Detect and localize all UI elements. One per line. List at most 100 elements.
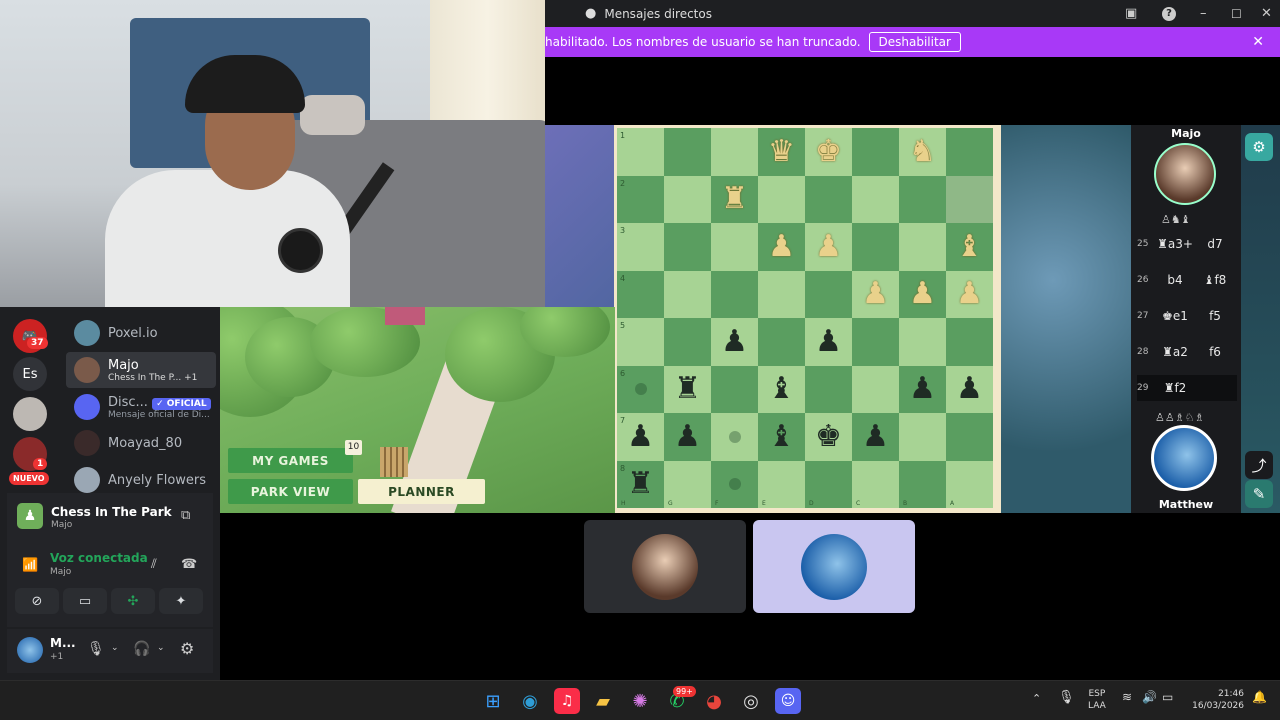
board-square[interactable]	[946, 175, 993, 223]
camera-off-icon[interactable]: ⊘	[15, 588, 59, 614]
bottom-player-avatar[interactable]	[1151, 425, 1217, 491]
black-piece[interactable]: ♟	[862, 421, 889, 452]
board-square[interactable]: ♟	[711, 318, 758, 366]
dm-item-moayad[interactable]: Moayad_80	[66, 425, 216, 461]
discord-taskbar-icon[interactable]: ☺	[775, 688, 801, 714]
white-piece[interactable]: ♜	[721, 184, 748, 214]
soundboard-icon[interactable]: ✦	[159, 588, 203, 614]
dm-item-majo[interactable]: Majo Chess In The P... +1	[66, 352, 216, 388]
user-avatar[interactable]	[17, 637, 43, 663]
board-square[interactable]	[805, 175, 852, 223]
board-square[interactable]	[664, 128, 711, 176]
wifi-icon[interactable]: ≋	[1122, 690, 1132, 704]
board-square[interactable]	[899, 413, 946, 461]
board-square[interactable]	[852, 175, 899, 223]
microphone-icon[interactable]: 🎙	[87, 641, 105, 657]
board-square[interactable]: C	[852, 460, 899, 508]
board-square[interactable]: ♟	[664, 413, 711, 461]
chess-board[interactable]: 1 ♛ ♚ ♞ 2 ♜ 3 ♟ ♟ ♝ 4 ♟ ♟ ♟ 5 ♟ ♟ 6 ♜ ♝ ♟ ♟ 7 ♟ ♟ ♝ ♚ ♟ 8 H ♜ G F E D C B A	[614, 125, 1001, 513]
tray-chevron-icon[interactable]: ⌃	[1032, 692, 1041, 705]
windows-start-icon[interactable]: ⊞	[480, 688, 506, 714]
board-square[interactable]: E	[758, 460, 805, 508]
board-square[interactable]	[664, 175, 711, 223]
board-square[interactable]	[758, 175, 805, 223]
activities-icon[interactable]: ✣	[111, 588, 155, 614]
board-square[interactable]: ♜	[664, 365, 711, 413]
file-explorer-icon[interactable]: ▰	[590, 688, 616, 714]
board-square[interactable]: 6	[617, 365, 664, 413]
black-piece[interactable]: ♜	[627, 469, 654, 499]
board-square[interactable]: B	[899, 460, 946, 508]
inbox-icon[interactable]: ▣	[1125, 6, 1137, 21]
board-square[interactable]	[852, 318, 899, 366]
black-piece[interactable]: ♜	[674, 374, 701, 404]
board-square[interactable]	[946, 318, 993, 366]
clock[interactable]: 21:46 16/03/2026	[1192, 688, 1244, 712]
move-row[interactable]: 27 ♚e1 f5	[1137, 303, 1237, 329]
share-icon[interactable]: ⤴	[1245, 451, 1273, 479]
board-square[interactable]	[758, 318, 805, 366]
board-square[interactable]: 1	[617, 128, 664, 176]
board-square[interactable]	[899, 223, 946, 271]
board-square[interactable]: ♛	[758, 128, 805, 176]
black-piece[interactable]: ♟	[956, 374, 983, 404]
disable-button[interactable]: Deshabilitar	[868, 32, 961, 52]
top-player-avatar[interactable]	[1154, 143, 1216, 205]
board-square[interactable]	[711, 128, 758, 176]
board-square[interactable]: ♝	[758, 413, 805, 461]
black-piece[interactable]: ♟	[627, 421, 654, 452]
user-settings-icon[interactable]: ⚙	[180, 639, 194, 658]
my-games-button[interactable]: MY GAMES	[228, 448, 353, 473]
chevron-down-icon[interactable]: ⌄	[157, 643, 165, 653]
chrome-icon[interactable]: ◕	[701, 688, 727, 714]
white-piece[interactable]: ♟	[956, 279, 983, 309]
maximize-icon[interactable]: ☐	[1231, 7, 1242, 21]
copilot-icon[interactable]: ✺	[627, 688, 653, 714]
white-piece[interactable]: ♟	[862, 279, 889, 309]
music-icon[interactable]: ♫	[554, 688, 580, 714]
dm-item-discord[interactable]: Disc... ✓ OFICIAL Mensaje oficial de Di.…	[66, 389, 216, 425]
language-indicator[interactable]: ESP LAA	[1088, 688, 1106, 712]
board-square[interactable]	[711, 365, 758, 413]
screen-share-icon[interactable]: ▭	[63, 588, 107, 614]
board-square[interactable]: 4	[617, 270, 664, 318]
settings-gear-icon[interactable]: ⚙	[1245, 133, 1273, 161]
black-piece[interactable]: ♝	[768, 374, 795, 404]
board-square[interactable]: ♝	[758, 365, 805, 413]
board-square[interactable]: 7 ♟	[617, 413, 664, 461]
board-square[interactable]: ♟	[758, 223, 805, 271]
tray-microphone-icon[interactable]: 🎙	[1058, 690, 1075, 705]
disconnect-icon[interactable]: ☎	[181, 557, 197, 572]
chat-icon[interactable]: ✎	[1245, 480, 1273, 508]
white-piece[interactable]: ♟	[909, 279, 936, 309]
move-row[interactable]: 26 b4 ♝f8	[1137, 267, 1237, 293]
edge-icon[interactable]: ◉	[517, 688, 543, 714]
board-square[interactable]	[946, 413, 993, 461]
board-square[interactable]	[805, 270, 852, 318]
notifications-icon[interactable]: 🔔	[1252, 690, 1267, 704]
board-square[interactable]: ♚	[805, 128, 852, 176]
board-square[interactable]: ♟	[946, 365, 993, 413]
board-square[interactable]: ♟	[946, 270, 993, 318]
board-square[interactable]: ♟	[899, 365, 946, 413]
board-square[interactable]: A	[946, 460, 993, 508]
board-square[interactable]	[664, 318, 711, 366]
board-square[interactable]: ♞	[899, 128, 946, 176]
white-piece[interactable]: ♛	[768, 136, 795, 167]
board-square[interactable]	[899, 318, 946, 366]
help-icon[interactable]: ?	[1162, 6, 1176, 21]
board-square[interactable]	[852, 223, 899, 271]
participant-tile-matthew[interactable]	[753, 520, 915, 613]
board-square[interactable]: F	[711, 460, 758, 508]
board-square[interactable]: ♟	[805, 223, 852, 271]
server-icon-3[interactable]	[13, 397, 47, 431]
board-square[interactable]	[664, 270, 711, 318]
black-piece[interactable]: ♟	[815, 326, 842, 357]
board-square[interactable]: 3	[617, 223, 664, 271]
board-square[interactable]	[899, 175, 946, 223]
board-square[interactable]	[664, 223, 711, 271]
move-row[interactable]: 28 ♜a2 f6	[1137, 339, 1237, 365]
board-square[interactable]: ♜	[711, 175, 758, 223]
board-square[interactable]: ♝	[946, 223, 993, 271]
volume-icon[interactable]: 🔊	[1142, 690, 1157, 704]
